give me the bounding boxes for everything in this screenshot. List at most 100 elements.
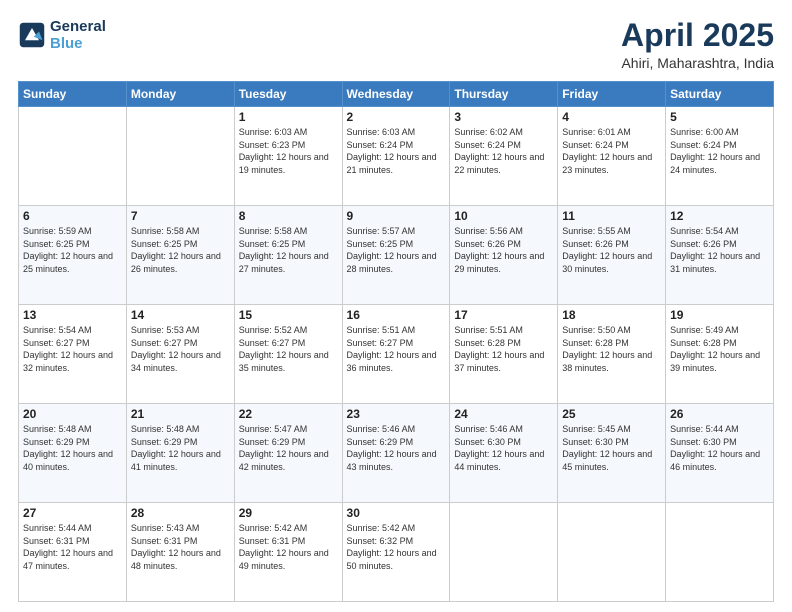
day-info: Sunrise: 5:42 AM Sunset: 6:31 PM Dayligh… — [239, 522, 338, 572]
calendar-col-thursday: Thursday — [450, 82, 558, 107]
calendar-col-monday: Monday — [126, 82, 234, 107]
day-number: 1 — [239, 110, 338, 124]
day-number: 3 — [454, 110, 553, 124]
calendar-cell: 25Sunrise: 5:45 AM Sunset: 6:30 PM Dayli… — [558, 404, 666, 503]
day-number: 24 — [454, 407, 553, 421]
day-number: 17 — [454, 308, 553, 322]
calendar-cell: 20 Sunrise: 5:48 AM Sunset: 6:29 PM Dayli… — [19, 404, 127, 503]
calendar-week-3: 13 Sunrise: 5:54 AM Sunset: 6:27 PM Dayli… — [19, 305, 774, 404]
calendar-cell: 26Sunrise: 5:44 AM Sunset: 6:30 PM Dayli… — [666, 404, 774, 503]
day-info: Sunrise: 6:02 AM Sunset: 6:24 PM Dayligh… — [454, 126, 553, 176]
day-number: 14 — [131, 308, 230, 322]
calendar-cell — [19, 107, 127, 206]
calendar-cell: 27 Sunrise: 5:44 AM Sunset: 6:31 PM Dayli… — [19, 503, 127, 602]
main-title: April 2025 — [621, 18, 774, 53]
header: General Blue April 2025 Ahiri, Maharasht… — [18, 18, 774, 71]
logo: General Blue — [18, 18, 106, 53]
day-number: 23 — [347, 407, 446, 421]
day-number: 5 — [670, 110, 769, 124]
day-info: Sunrise: 5:47 AM Sunset: 6:29 PM Dayligh… — [239, 423, 338, 473]
day-info: Sunrise: 5:49 AM Sunset: 6:28 PM Dayligh… — [670, 324, 769, 374]
logo-blue: Blue — [50, 35, 83, 52]
day-number: 21 — [131, 407, 230, 421]
calendar-cell: 3 Sunrise: 6:02 AM Sunset: 6:24 PM Daylig… — [450, 107, 558, 206]
day-info: Sunrise: 5:50 AM Sunset: 6:28 PM Dayligh… — [562, 324, 661, 374]
day-info: Sunrise: 5:44 AM Sunset: 6:31 PM Dayligh… — [23, 522, 122, 572]
day-number: 15 — [239, 308, 338, 322]
calendar-cell: 8 Sunrise: 5:58 AM Sunset: 6:25 PM Daylig… — [234, 206, 342, 305]
logo-general: General — [50, 18, 106, 35]
calendar-cell: 4 Sunrise: 6:01 AM Sunset: 6:24 PM Daylig… — [558, 107, 666, 206]
title-block: April 2025 Ahiri, Maharashtra, India — [621, 18, 774, 71]
day-info: Sunrise: 5:54 AM Sunset: 6:27 PM Dayligh… — [23, 324, 122, 374]
day-number: 20 — [23, 407, 122, 421]
day-number: 18 — [562, 308, 661, 322]
day-info: Sunrise: 5:45 AM Sunset: 6:30 PM Dayligh… — [562, 423, 661, 473]
calendar-col-tuesday: Tuesday — [234, 82, 342, 107]
calendar-header-row: SundayMondayTuesdayWednesdayThursdayFrid… — [19, 82, 774, 107]
day-info: Sunrise: 5:56 AM Sunset: 6:26 PM Dayligh… — [454, 225, 553, 275]
calendar-table: SundayMondayTuesdayWednesdayThursdayFrid… — [18, 81, 774, 602]
calendar-cell — [126, 107, 234, 206]
calendar-col-saturday: Saturday — [666, 82, 774, 107]
calendar-cell: 15Sunrise: 5:52 AM Sunset: 6:27 PM Dayli… — [234, 305, 342, 404]
day-number: 28 — [131, 506, 230, 520]
day-info: Sunrise: 5:48 AM Sunset: 6:29 PM Dayligh… — [131, 423, 230, 473]
day-number: 27 — [23, 506, 122, 520]
day-number: 13 — [23, 308, 122, 322]
day-info: Sunrise: 5:42 AM Sunset: 6:32 PM Dayligh… — [347, 522, 446, 572]
day-number: 26 — [670, 407, 769, 421]
day-info: Sunrise: 6:03 AM Sunset: 6:23 PM Dayligh… — [239, 126, 338, 176]
calendar-cell: 21 Sunrise: 5:48 AM Sunset: 6:29 PM Dayli… — [126, 404, 234, 503]
calendar-cell: 14 Sunrise: 5:53 AM Sunset: 6:27 PM Dayli… — [126, 305, 234, 404]
logo-icon — [18, 21, 46, 49]
calendar-cell: 2 Sunrise: 6:03 AM Sunset: 6:24 PM Daylig… — [342, 107, 450, 206]
calendar-cell — [450, 503, 558, 602]
calendar-cell: 5Sunrise: 6:00 AM Sunset: 6:24 PM Daylig… — [666, 107, 774, 206]
calendar-cell: 13 Sunrise: 5:54 AM Sunset: 6:27 PM Dayli… — [19, 305, 127, 404]
calendar-cell — [558, 503, 666, 602]
day-number: 22 — [239, 407, 338, 421]
calendar-cell: 11Sunrise: 5:55 AM Sunset: 6:26 PM Dayli… — [558, 206, 666, 305]
day-info: Sunrise: 5:58 AM Sunset: 6:25 PM Dayligh… — [131, 225, 230, 275]
calendar-cell: 1 Sunrise: 6:03 AM Sunset: 6:23 PM Daylig… — [234, 107, 342, 206]
calendar-week-4: 20 Sunrise: 5:48 AM Sunset: 6:29 PM Dayli… — [19, 404, 774, 503]
calendar-week-2: 6Sunrise: 5:59 AM Sunset: 6:25 PM Daylig… — [19, 206, 774, 305]
day-info: Sunrise: 5:58 AM Sunset: 6:25 PM Dayligh… — [239, 225, 338, 275]
day-info: Sunrise: 5:59 AM Sunset: 6:25 PM Dayligh… — [23, 225, 122, 275]
calendar-cell: 6Sunrise: 5:59 AM Sunset: 6:25 PM Daylig… — [19, 206, 127, 305]
day-info: Sunrise: 5:53 AM Sunset: 6:27 PM Dayligh… — [131, 324, 230, 374]
logo-text: General Blue — [50, 18, 106, 53]
day-info: Sunrise: 5:54 AM Sunset: 6:26 PM Dayligh… — [670, 225, 769, 275]
calendar-week-5: 27 Sunrise: 5:44 AM Sunset: 6:31 PM Dayli… — [19, 503, 774, 602]
calendar-col-friday: Friday — [558, 82, 666, 107]
day-number: 7 — [131, 209, 230, 223]
day-number: 30 — [347, 506, 446, 520]
day-info: Sunrise: 5:57 AM Sunset: 6:25 PM Dayligh… — [347, 225, 446, 275]
calendar-cell: 18 Sunrise: 5:50 AM Sunset: 6:28 PM Dayli… — [558, 305, 666, 404]
calendar-week-1: 1 Sunrise: 6:03 AM Sunset: 6:23 PM Daylig… — [19, 107, 774, 206]
calendar-cell: 22 Sunrise: 5:47 AM Sunset: 6:29 PM Dayli… — [234, 404, 342, 503]
day-number: 8 — [239, 209, 338, 223]
day-info: Sunrise: 5:48 AM Sunset: 6:29 PM Dayligh… — [23, 423, 122, 473]
calendar-cell: 7 Sunrise: 5:58 AM Sunset: 6:25 PM Daylig… — [126, 206, 234, 305]
calendar-cell: 16Sunrise: 5:51 AM Sunset: 6:27 PM Dayli… — [342, 305, 450, 404]
calendar-cell: 23Sunrise: 5:46 AM Sunset: 6:29 PM Dayli… — [342, 404, 450, 503]
calendar-cell: 30 Sunrise: 5:42 AM Sunset: 6:32 PM Dayli… — [342, 503, 450, 602]
day-info: Sunrise: 5:46 AM Sunset: 6:30 PM Dayligh… — [454, 423, 553, 473]
calendar-col-wednesday: Wednesday — [342, 82, 450, 107]
day-number: 10 — [454, 209, 553, 223]
day-info: Sunrise: 5:51 AM Sunset: 6:27 PM Dayligh… — [347, 324, 446, 374]
calendar-cell: 28 Sunrise: 5:43 AM Sunset: 6:31 PM Dayli… — [126, 503, 234, 602]
day-number: 9 — [347, 209, 446, 223]
day-number: 4 — [562, 110, 661, 124]
day-info: Sunrise: 5:43 AM Sunset: 6:31 PM Dayligh… — [131, 522, 230, 572]
day-number: 19 — [670, 308, 769, 322]
calendar-cell: 29Sunrise: 5:42 AM Sunset: 6:31 PM Dayli… — [234, 503, 342, 602]
day-info: Sunrise: 5:51 AM Sunset: 6:28 PM Dayligh… — [454, 324, 553, 374]
calendar-col-sunday: Sunday — [19, 82, 127, 107]
day-info: Sunrise: 6:03 AM Sunset: 6:24 PM Dayligh… — [347, 126, 446, 176]
day-info: Sunrise: 6:01 AM Sunset: 6:24 PM Dayligh… — [562, 126, 661, 176]
day-number: 2 — [347, 110, 446, 124]
calendar-cell: 24 Sunrise: 5:46 AM Sunset: 6:30 PM Dayli… — [450, 404, 558, 503]
